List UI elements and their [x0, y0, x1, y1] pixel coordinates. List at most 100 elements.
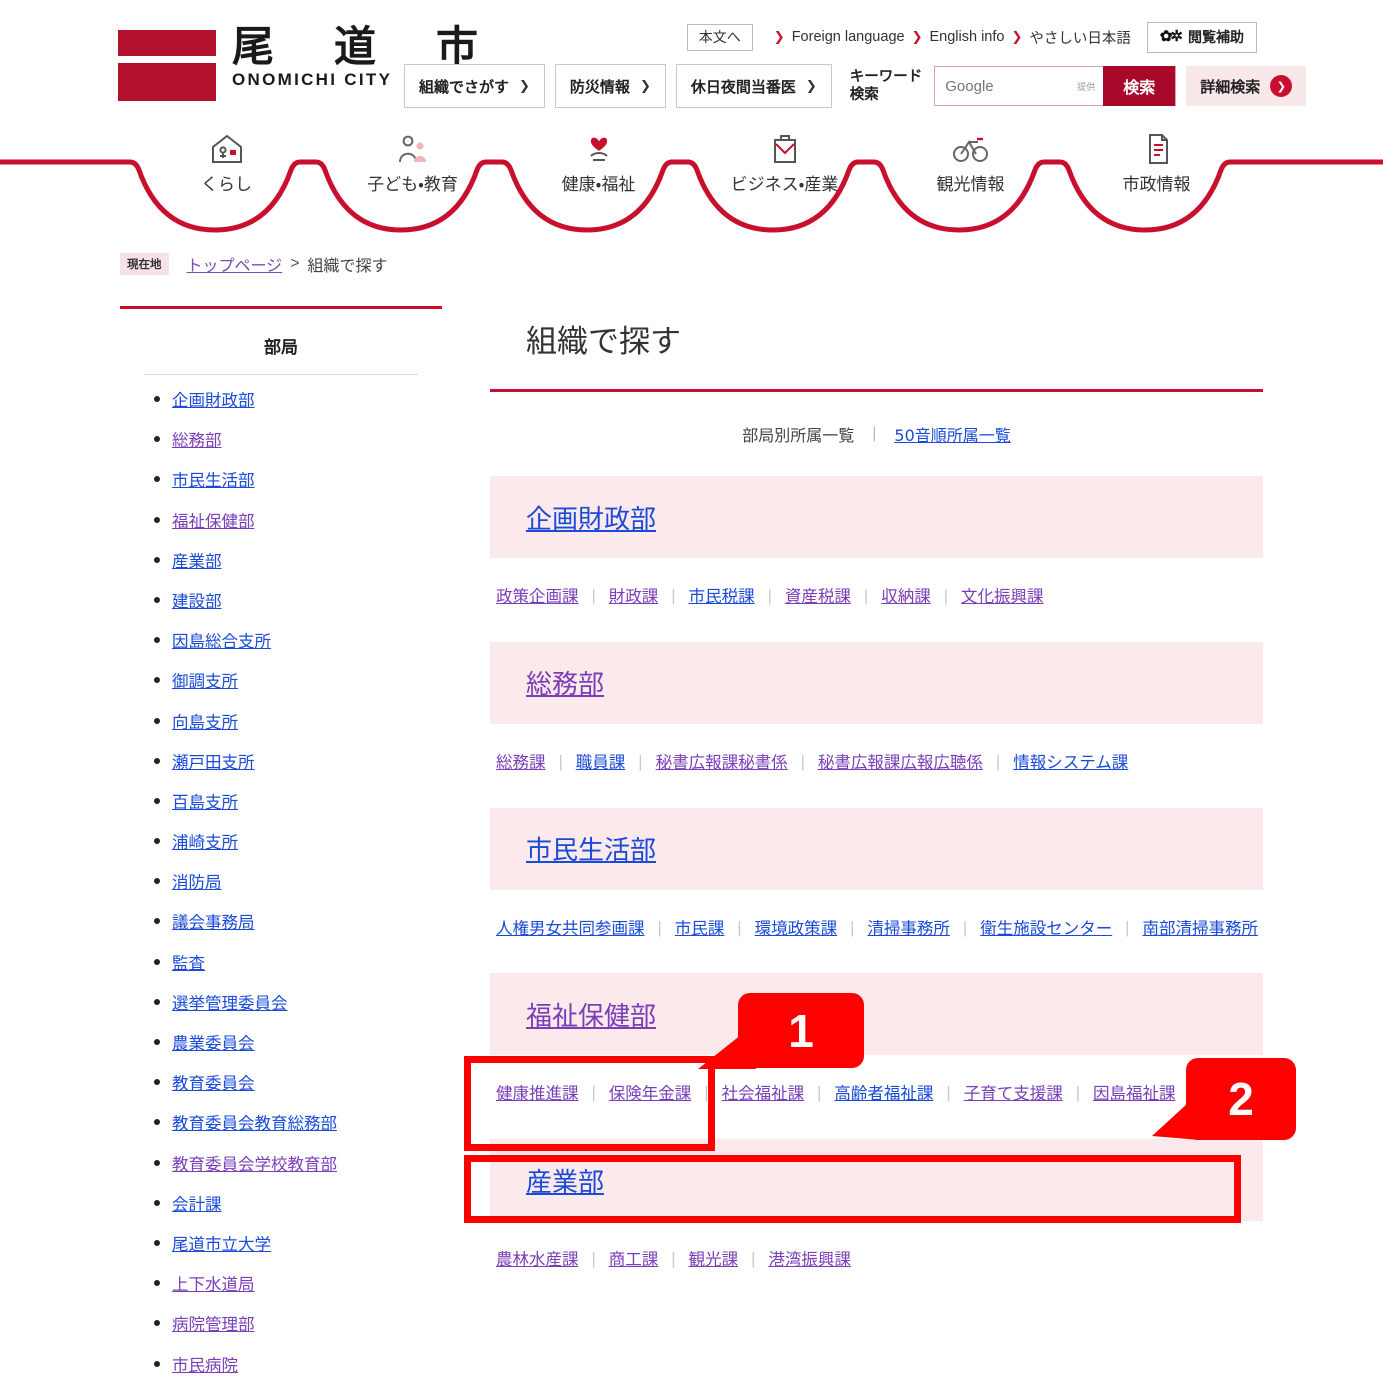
sidebar-item-link[interactable]: 議会事務局 [172, 913, 255, 932]
department-section-link[interactable]: 南部清掃事務所 [1142, 912, 1258, 946]
skip-to-content-button[interactable]: 本文へ [686, 23, 753, 51]
sidebar-item-link[interactable]: 会計課 [172, 1195, 222, 1214]
department-section-link[interactable]: 観光課 [689, 1243, 739, 1277]
accessibility-assist-button[interactable]: ✿✲ 閲覧補助 [1146, 22, 1257, 53]
quick-button-disaster[interactable]: 防災情報 ❯ [554, 64, 666, 108]
sidebar-item-link[interactable]: 産業部 [172, 552, 222, 571]
sidebar-item-link[interactable]: 市民生活部 [172, 471, 255, 490]
sidebar-item-link[interactable]: 教育委員会 [172, 1074, 255, 1093]
department-section-link[interactable]: 情報システム課 [1013, 746, 1128, 780]
search-button[interactable]: 検索 [1103, 66, 1176, 106]
sidebar-item-link[interactable]: 市民病院 [172, 1356, 238, 1375]
department-section-link[interactable]: 社会福祉課 [722, 1077, 805, 1111]
sidebar-item-link[interactable]: 百島支所 [172, 793, 238, 812]
sidebar-item-link[interactable]: 浦崎支所 [172, 833, 238, 852]
parent-child-icon [395, 130, 431, 168]
sidebar-item-link[interactable]: 教育委員会教育総務部 [172, 1114, 337, 1133]
quick-button-organization[interactable]: 組織でさがす ❯ [404, 64, 545, 108]
department-heading-link[interactable]: 福祉保健部 [526, 996, 656, 1033]
department-section-link[interactable]: 文化振興課 [961, 580, 1044, 614]
sidebar-item-link[interactable]: 監査 [172, 954, 205, 973]
department-heading: 企画財政部 [490, 476, 1263, 558]
department-heading-link[interactable]: 企画財政部 [526, 499, 656, 536]
accessibility-assist-label: 閲覧補助 [1188, 28, 1244, 45]
sidebar-item-link[interactable]: 御調支所 [172, 672, 238, 691]
department-section-link[interactable]: 職員課 [576, 746, 626, 780]
sidebar-item-link[interactable]: 向島支所 [172, 713, 238, 732]
sidebar-item-link[interactable]: 農業委員会 [172, 1034, 255, 1053]
sidebar-item-link[interactable]: 因島総合支所 [172, 632, 271, 651]
quick-button-disaster-label: 防災情報 [569, 77, 630, 96]
department-section: 総務部 総務課 | 職員課 | 秘書広報課秘書係 | 秘書広報課広報広聴係 | 情報システム課 [490, 641, 1263, 804]
department-section-link[interactable]: 人権男女共同参画課 [496, 912, 645, 946]
search-input[interactable] [935, 67, 1084, 105]
department-section-link[interactable]: 商工課 [609, 1243, 659, 1277]
tab-by-department[interactable]: 部局別所属一覧 [742, 422, 854, 446]
department-heading-link[interactable]: 産業部 [526, 1162, 604, 1199]
sidebar-item-link[interactable]: 尾道市立大学 [172, 1235, 271, 1254]
department-section-link[interactable]: 子育て支援課 [964, 1077, 1063, 1111]
department-section-link[interactable]: 因島福祉課 [1093, 1077, 1176, 1111]
nav-item-kenko-fukushi[interactable]: 健康・福祉 [506, 126, 692, 195]
global-navigation: くらし 子ども・教育 健康・福祉 ビジネス・産業 観光情報 市政情報 [0, 126, 1383, 234]
sidebar-item-link[interactable]: 消防局 [172, 873, 222, 892]
sidebar-item-link[interactable]: 選挙管理委員会 [172, 994, 288, 1013]
sidebar-item-link[interactable]: 教育委員会学校教育部 [172, 1155, 337, 1174]
department-section-link[interactable]: 資産税課 [785, 580, 851, 614]
nav-item-kodomo-kyoiku[interactable]: 子ども・教育 [320, 126, 506, 195]
sidebar-list-item: 御調支所 [154, 668, 442, 692]
nav-item-business-sangyo[interactable]: ビジネス・産業 [692, 126, 878, 195]
sidebar-item-link[interactable]: 病院管理部 [172, 1315, 255, 1334]
link-separator: | [800, 752, 805, 771]
department-section-link[interactable]: 秘書広報課秘書係 [656, 746, 788, 780]
tab-divider: | [872, 425, 877, 442]
logo-japanese-name: 尾 道 市 [232, 22, 488, 71]
header-quick-row: 組織でさがす ❯ 防災情報 ❯ 休日夜間当番医 ❯ キーワード 検索 提供 検索 [404, 64, 1307, 108]
lang-link-easy-japanese[interactable]: やさしい日本語 [1029, 27, 1131, 48]
department-section-link[interactable]: 農林水産課 [496, 1243, 579, 1277]
lang-link-english[interactable]: English info [929, 29, 1004, 45]
department-section-link[interactable]: 秘書広報課広報広聴係 [818, 746, 983, 780]
department-section-link[interactable]: 財政課 [609, 580, 659, 614]
department-section-link[interactable]: 健康推進課 [496, 1077, 579, 1111]
link-separator: | [817, 1084, 822, 1103]
department-section-link[interactable]: 環境政策課 [755, 912, 838, 946]
breadcrumb-home-link[interactable]: トップページ [187, 252, 283, 276]
header-utility-row: 本文へ ❯ Foreign language ❯ English info ❯ … [686, 22, 1257, 53]
department-section-link[interactable]: 収納課 [881, 580, 931, 614]
department-section-link[interactable]: 衛生施設センター [980, 912, 1112, 946]
sidebar-item-link[interactable]: 瀬戸田支所 [172, 753, 255, 772]
link-separator: | [767, 587, 772, 605]
department-section-link[interactable]: 保険年金課 [609, 1077, 692, 1111]
quick-button-holiday-doctor[interactable]: 休日夜間当番医 ❯ [675, 64, 832, 108]
sidebar-item-link[interactable]: 建設部 [172, 592, 222, 611]
link-separator: | [1125, 918, 1130, 937]
nav-item-kenko-fukushi-label: 健康・福祉 [561, 175, 636, 195]
department-link-row: 政策企画課 | 財政課 | 市民税課 | 資産税課 | 収納課 | 文化振興課 [490, 558, 1263, 638]
sidebar-item-link[interactable]: 総務部 [172, 431, 222, 450]
lang-link-foreign[interactable]: Foreign language [792, 29, 905, 45]
tab-by-gojuon[interactable]: 50音順所属一覧 [894, 422, 1010, 446]
sidebar-list-item: 産業部 [154, 548, 442, 572]
sidebar-item-link[interactable]: 福祉保健部 [172, 512, 255, 531]
sidebar-item-link[interactable]: 企画財政部 [172, 391, 255, 410]
department-heading-link[interactable]: 市民生活部 [526, 830, 656, 867]
department-heading: 産業部 [490, 1139, 1263, 1222]
sidebar-item-link[interactable]: 上下水道局 [172, 1275, 255, 1294]
chevron-right-icon: ❯ [805, 78, 817, 94]
house-icon [209, 130, 245, 168]
nav-item-kurashi[interactable]: くらし [134, 126, 320, 195]
department-section-link[interactable]: 清掃事務所 [867, 912, 950, 946]
link-separator: | [962, 918, 968, 937]
department-heading-link[interactable]: 総務部 [526, 664, 604, 701]
department-sections: 企画財政部政策企画課 | 財政課 | 市民税課 | 資産税課 | 収納課 | 文化振興課総務部総務課… [490, 476, 1263, 1301]
department-section-link[interactable]: 政策企画課 [496, 580, 579, 614]
advanced-search-button[interactable]: 詳細検索 ❯ [1186, 66, 1307, 106]
department-section-link[interactable]: 港湾振興課 [768, 1243, 851, 1277]
department-section-link[interactable]: 市民税課 [689, 580, 755, 614]
department-section-link[interactable]: 総務課 [496, 746, 546, 780]
nav-item-shisei-joho[interactable]: 市政情報 [1064, 126, 1250, 195]
department-section-link[interactable]: 高齢者福祉課 [834, 1077, 933, 1111]
department-section-link[interactable]: 市民課 [675, 912, 725, 946]
nav-item-kanko-joho[interactable]: 観光情報 [878, 126, 1064, 195]
